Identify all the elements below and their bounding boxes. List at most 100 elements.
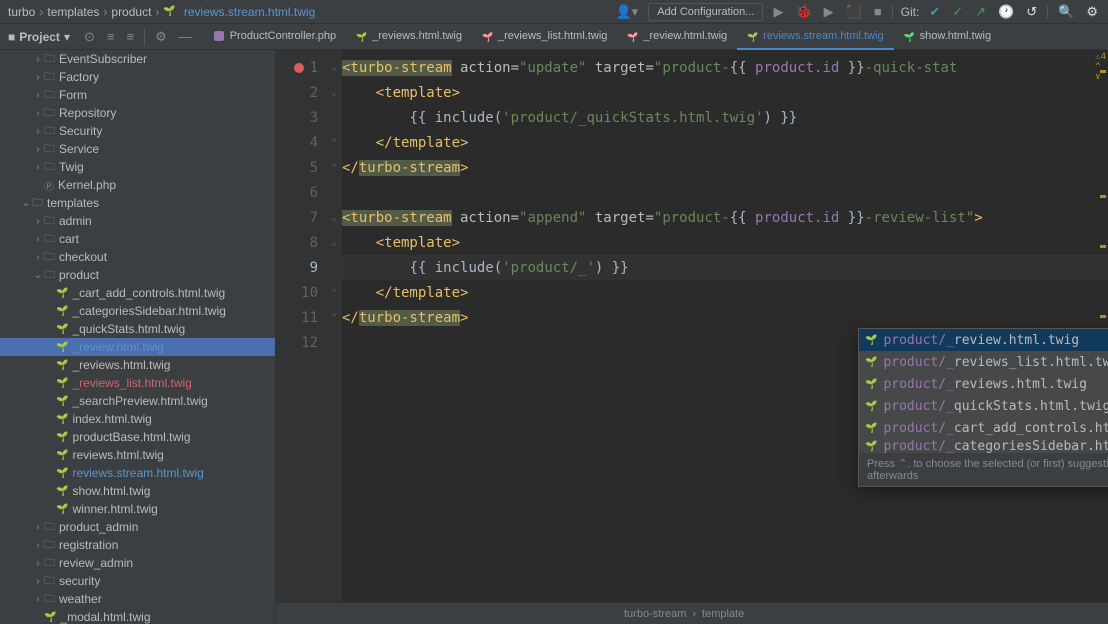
run-coverage-icon[interactable]: ▶ — [822, 2, 836, 22]
autocomplete-item[interactable]: 🌱product/_reviews_list.html.twigtemplat… — [859, 351, 1108, 373]
breakpoint-icon[interactable] — [294, 63, 304, 73]
tab-show[interactable]: show.html.twig — [894, 24, 1002, 50]
folder-tree-item[interactable]: ›🗀product_admin — [0, 518, 275, 536]
chevron-right-icon[interactable]: › — [32, 234, 44, 245]
folder-tree-item[interactable]: ›🗀Security — [0, 122, 275, 140]
fold-marker[interactable]: ⌃ — [326, 280, 342, 305]
line-number[interactable]: 1 — [276, 55, 326, 80]
line-number[interactable]: 2 — [276, 80, 326, 105]
line-gutter[interactable]: 123456789101112 — [276, 50, 326, 602]
file-tree-item[interactable]: 🌱reviews.stream.html.twig — [0, 464, 275, 482]
editor-breadcrumb[interactable]: turbo-stream › template — [276, 602, 1108, 624]
git-commit-icon[interactable]: ✓ — [950, 2, 965, 22]
breadcrumb-item[interactable]: turbo — [8, 5, 35, 19]
tab-reviews-list[interactable]: _reviews_list.html.twig — [472, 24, 617, 50]
line-number[interactable]: 3 — [276, 105, 326, 130]
chevron-right-icon[interactable]: › — [32, 522, 44, 533]
fold-marker[interactable]: ⌄ — [326, 230, 342, 255]
user-icon[interactable]: 👤▾ — [613, 2, 640, 22]
chevron-right-icon[interactable]: › — [32, 54, 44, 65]
rollback-icon[interactable]: ↺ — [1024, 2, 1039, 22]
autocomplete-item[interactable]: 🌱product/_categoriesSidebar.html.twigte… — [859, 439, 1108, 453]
file-tree-item[interactable]: 🌱winner.html.twig — [0, 500, 275, 518]
git-push-icon[interactable]: ↗ — [973, 2, 988, 22]
chevron-right-icon[interactable]: › — [32, 576, 44, 587]
folder-tree-item[interactable]: ⌄🗀templates — [0, 194, 275, 212]
tab-review[interactable]: _review.html.twig — [617, 24, 737, 50]
project-tree[interactable]: ›🗀EventSubscriber›🗀Factory›🗀Form›🗀Reposi… — [0, 50, 276, 624]
chevron-right-icon[interactable]: › — [32, 594, 44, 605]
file-tree-item[interactable]: 🌱_reviews.html.twig — [0, 356, 275, 374]
line-number[interactable]: 9 — [276, 255, 326, 280]
error-stripe[interactable]: ⚠4 ^ ∨ — [1098, 50, 1108, 602]
fold-marker[interactable]: ⌃ — [326, 305, 342, 330]
code-editor[interactable]: <turbo-stream action="update" target="pr… — [342, 50, 1108, 602]
line-number[interactable]: 7 — [276, 205, 326, 230]
line-number[interactable]: 11 — [276, 305, 326, 330]
inspection-indicator[interactable]: ⚠4 ^ ∨ — [1095, 52, 1106, 82]
git-update-icon[interactable]: ✔ — [927, 2, 942, 22]
expand-icon[interactable]: ≡ — [101, 29, 121, 44]
autocomplete-item[interactable]: 🌱product/_reviews.html.twigtemplates/pr… — [859, 373, 1108, 395]
chevron-right-icon[interactable]: › — [32, 540, 44, 551]
chevron-right-icon[interactable]: › — [32, 144, 44, 155]
file-tree-item[interactable]: 🌱_quickStats.html.twig — [0, 320, 275, 338]
stop-icon[interactable]: ■ — [872, 2, 884, 21]
folder-tree-item[interactable]: ›🗀admin — [0, 212, 275, 230]
file-tree-item[interactable]: 🌱_categoriesSidebar.html.twig — [0, 302, 275, 320]
fold-marker[interactable]: ⌄ — [326, 55, 342, 80]
folder-tree-item[interactable]: ›🗀checkout — [0, 248, 275, 266]
chevron-right-icon[interactable]: › — [32, 90, 44, 101]
project-toolwindow-button[interactable]: ■ Project ▾ — [0, 30, 78, 44]
hide-icon[interactable]: — — [173, 29, 198, 44]
tab-product-controller[interactable]: ProductController.php — [204, 24, 346, 50]
line-number[interactable]: 4 — [276, 130, 326, 155]
fold-gutter[interactable]: ⌄⌄⌃⌃⌄⌄⌃⌃ — [326, 50, 342, 602]
folder-tree-item[interactable]: ›🗀Twig — [0, 158, 275, 176]
tab-reviews-partial[interactable]: _reviews.html.twig — [346, 24, 472, 50]
folder-tree-item[interactable]: ›🗀review_admin — [0, 554, 275, 572]
collapse-icon[interactable]: ≡ — [120, 29, 140, 44]
tab-reviews-stream[interactable]: reviews.stream.html.twig — [737, 24, 893, 50]
folder-tree-item[interactable]: ›🗀Repository — [0, 104, 275, 122]
fold-marker[interactable]: ⌄ — [326, 80, 342, 105]
add-configuration-button[interactable]: Add Configuration... — [648, 3, 763, 21]
file-tree-item[interactable]: 🌱_searchPreview.html.twig — [0, 392, 275, 410]
file-tree-item[interactable]: 🌱_reviews_list.html.twig — [0, 374, 275, 392]
folder-tree-item[interactable]: ›🗀cart — [0, 230, 275, 248]
autocomplete-popup[interactable]: 🌱product/_review.html.twigtemplates/pro…… — [858, 328, 1108, 487]
gear-icon[interactable]: ⚙ — [149, 29, 173, 45]
breadcrumb-item-current[interactable]: reviews.stream.html.twig — [184, 5, 315, 19]
fold-marker[interactable] — [326, 180, 342, 205]
locate-icon[interactable]: ⊙ — [78, 29, 101, 45]
folder-tree-item[interactable]: ›🗀Factory — [0, 68, 275, 86]
file-tree-item[interactable]: 🌱_modal.html.twig — [0, 608, 275, 624]
folder-tree-item[interactable]: ›🗀security — [0, 572, 275, 590]
fold-marker[interactable]: ⌃ — [326, 155, 342, 180]
file-tree-item[interactable]: 🌱reviews.html.twig — [0, 446, 275, 464]
chevron-right-icon[interactable]: › — [32, 558, 44, 569]
autocomplete-item[interactable]: 🌱product/_cart_add_controls.html.twigte… — [859, 417, 1108, 439]
folder-tree-item[interactable]: ›🗀weather — [0, 590, 275, 608]
file-tree-item[interactable]: 🌱index.html.twig — [0, 410, 275, 428]
chevron-right-icon[interactable]: › — [32, 216, 44, 227]
chevron-right-icon[interactable]: › — [32, 72, 44, 83]
line-number[interactable]: 8 — [276, 230, 326, 255]
breadcrumb-item[interactable]: product — [111, 5, 151, 19]
file-tree-item[interactable]: 🌱productBase.html.twig — [0, 428, 275, 446]
file-tree-item[interactable]: 🌱show.html.twig — [0, 482, 275, 500]
line-number[interactable]: 5 — [276, 155, 326, 180]
chevron-right-icon[interactable]: › — [32, 162, 44, 173]
breadcrumb-item[interactable]: templates — [47, 5, 99, 19]
fold-marker[interactable] — [326, 255, 342, 280]
chevron-down-icon[interactable]: ⌄ — [20, 198, 32, 209]
chevron-right-icon[interactable]: › — [32, 126, 44, 137]
debug-icon[interactable]: 🐞 — [793, 2, 813, 22]
fold-marker[interactable] — [326, 330, 342, 355]
file-tree-item[interactable]: 🌱_cart_add_controls.html.twig — [0, 284, 275, 302]
autocomplete-item[interactable]: 🌱product/_quickStats.html.twigtemplates… — [859, 395, 1108, 417]
folder-tree-item[interactable]: ›🗀registration — [0, 536, 275, 554]
line-number[interactable]: 10 — [276, 280, 326, 305]
chevron-right-icon[interactable]: › — [32, 252, 44, 263]
fold-marker[interactable] — [326, 105, 342, 130]
